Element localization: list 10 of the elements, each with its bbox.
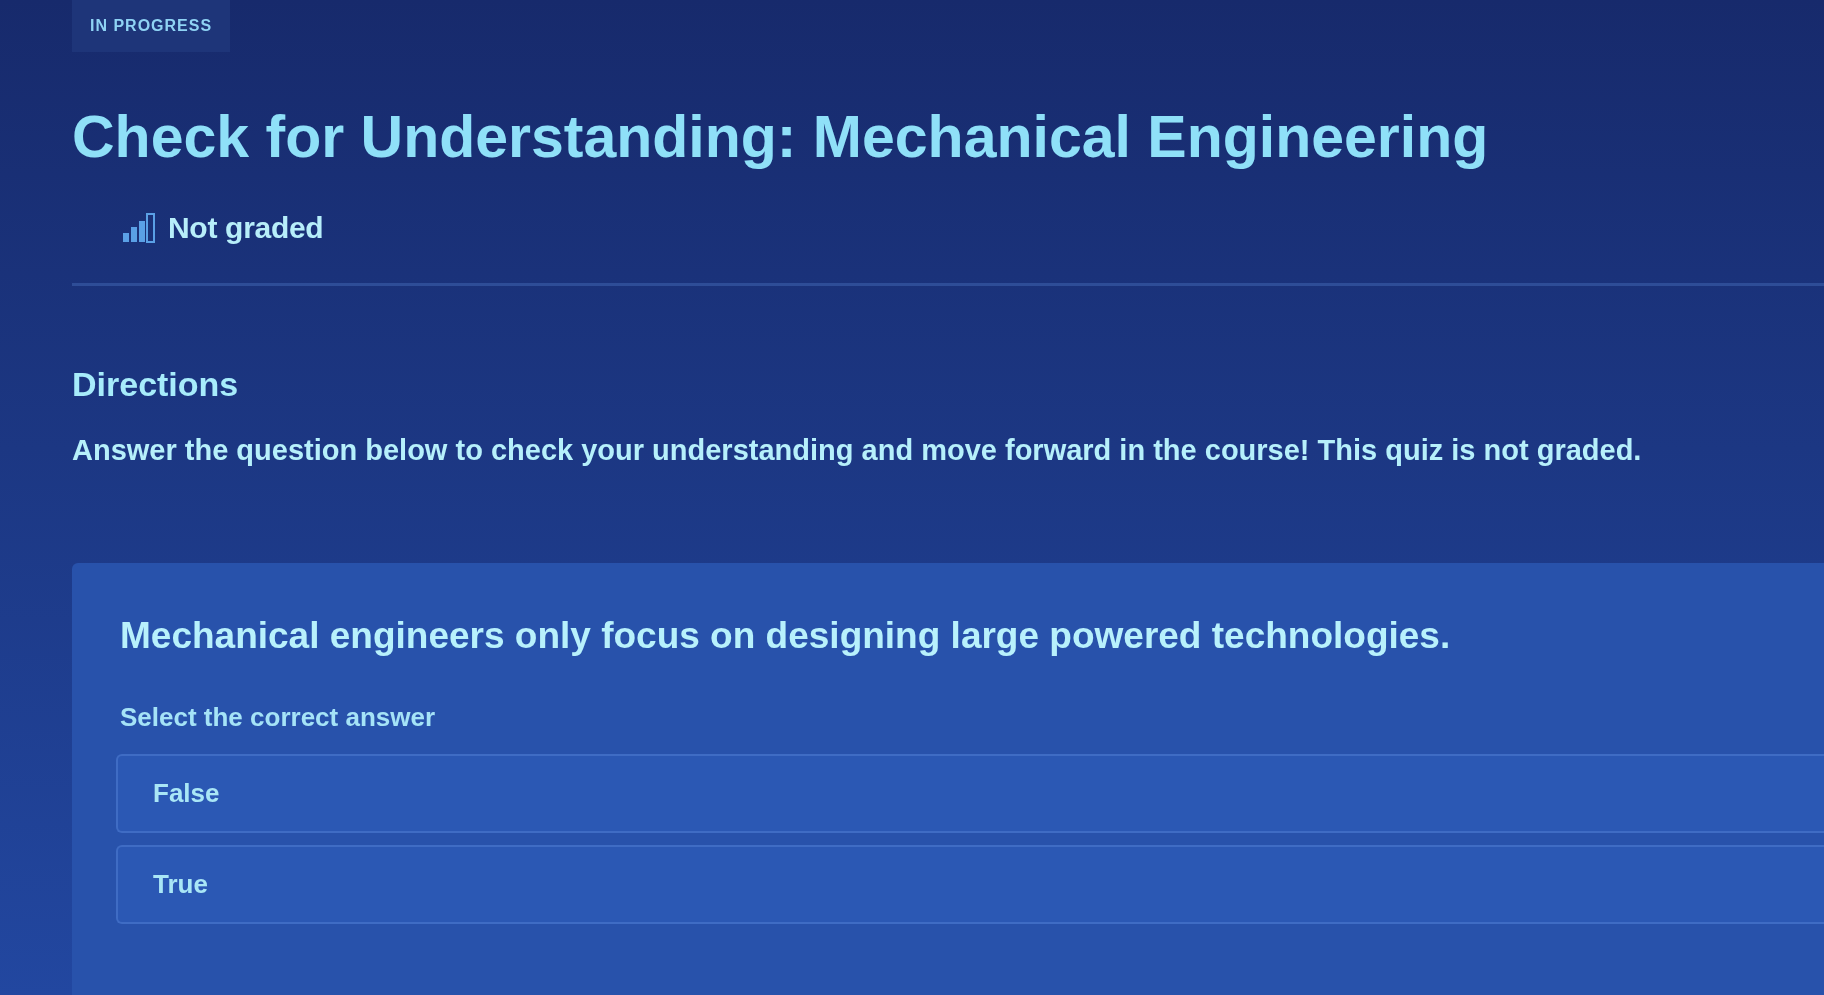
answer-option[interactable]: True: [116, 845, 1824, 924]
answer-option[interactable]: False: [116, 754, 1824, 833]
page-title: Check for Understanding: Mechanical Engineering: [72, 103, 1490, 172]
status-badge: IN PROGRESS: [72, 0, 231, 52]
bar-chart-icon: [122, 213, 156, 243]
directions-heading: Directions: [72, 364, 240, 404]
question-prompt: Mechanical engineers only focus on designing large powered technologies.: [120, 614, 1452, 658]
directions-text: Answer the question below to check your understanding and move forward in the course! This quiz is not graded.: [72, 433, 1643, 468]
answer-instruction: Select the correct answer: [120, 702, 437, 732]
grading-status: Not graded: [168, 211, 324, 245]
